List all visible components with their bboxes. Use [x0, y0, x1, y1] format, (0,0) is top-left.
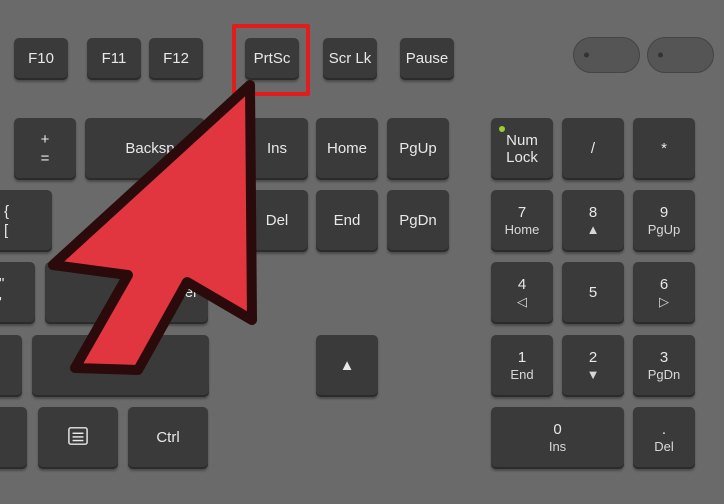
key-numlock[interactable]: Num Lock: [491, 118, 553, 180]
key-label: Scr Lk: [329, 50, 372, 67]
key-sublabel: PgDn: [648, 368, 681, 383]
key-prtsc[interactable]: PrtSc: [245, 38, 299, 80]
key-windows[interactable]: [0, 407, 27, 469]
key-label: 8: [589, 204, 597, 221]
key-menu[interactable]: [38, 407, 118, 469]
key-numpad-7[interactable]: 7 Home: [491, 190, 553, 252]
key-quote[interactable]: " ': [0, 262, 35, 324]
key-pgdn[interactable]: PgDn: [387, 190, 449, 252]
key-backspace[interactable]: Backsp: [85, 118, 205, 180]
key-label-upper: ": [0, 275, 4, 292]
media-strip-1: [573, 37, 640, 73]
key-label-upper: +: [41, 131, 50, 148]
key-ins[interactable]: Ins: [246, 118, 308, 180]
key-numpad-dot[interactable]: . Del: [633, 407, 695, 469]
key-ctrl[interactable]: Ctrl: [128, 407, 208, 469]
menu-icon: [67, 426, 89, 450]
key-label: Home: [327, 140, 367, 157]
key-shift[interactable]: Shift: [32, 335, 209, 397]
key-label: F10: [28, 50, 54, 67]
key-label: 6: [660, 276, 668, 293]
key-label-lower: [: [4, 222, 8, 239]
key-slash[interactable]: ? /: [0, 335, 22, 397]
key-scrlk[interactable]: Scr Lk: [323, 38, 377, 80]
key-open-bracket[interactable]: { [: [0, 190, 52, 252]
key-numpad-4[interactable]: 4 ◁: [491, 262, 553, 324]
key-del[interactable]: Del: [246, 190, 308, 252]
key-numpad-8[interactable]: 8 ▲: [562, 190, 624, 252]
key-sublabel: ▼: [587, 368, 600, 383]
key-label: Backsp: [125, 140, 174, 157]
key-numpad-divide[interactable]: /: [562, 118, 624, 180]
key-numpad-5[interactable]: 5: [562, 262, 624, 324]
media-strip-2: [647, 37, 714, 73]
key-label: F11: [102, 50, 127, 67]
key-f10[interactable]: F10: [14, 38, 68, 80]
key-label: Ctrl: [156, 429, 179, 446]
key-label: /: [591, 140, 595, 157]
key-label: Num: [506, 132, 538, 149]
key-sublabel: ◁: [517, 295, 527, 310]
key-sublabel: End: [510, 368, 533, 383]
key-label: PgDn: [399, 212, 437, 229]
key-label: End: [334, 212, 361, 229]
key-label: .: [662, 421, 666, 438]
key-numpad-multiply[interactable]: *: [633, 118, 695, 180]
key-label: 1: [518, 349, 526, 366]
key-label: Ins: [267, 140, 287, 157]
key-label: 4: [518, 276, 526, 293]
key-label-lower: =: [41, 150, 50, 167]
key-numpad-6[interactable]: 6 ▷: [633, 262, 695, 324]
key-label-upper: {: [4, 203, 9, 220]
key-label-lower: ': [0, 294, 2, 311]
up-arrow-icon: ▲: [340, 357, 355, 374]
key-enter[interactable]: Enter: [45, 262, 208, 324]
key-sublabel: Ins: [549, 440, 566, 455]
key-sublabel: Del: [654, 440, 674, 455]
key-pause[interactable]: Pause: [400, 38, 454, 80]
key-sublabel: ▷: [659, 295, 669, 310]
keyboard-photo: F10 F11 F12 PrtSc Scr Lk Pause + = Backs…: [0, 0, 724, 504]
key-label-line2: Lock: [506, 149, 538, 166]
key-label: 0: [553, 421, 561, 438]
key-label: PgUp: [399, 140, 437, 157]
key-sublabel: ▲: [587, 223, 600, 238]
key-label: PrtSc: [254, 50, 291, 67]
key-label: Pause: [406, 50, 449, 67]
key-sublabel: PgUp: [648, 223, 681, 238]
key-label: 2: [589, 349, 597, 366]
key-home[interactable]: Home: [316, 118, 378, 180]
key-label: 9: [660, 204, 668, 221]
key-label: *: [661, 140, 667, 157]
key-pgup[interactable]: PgUp: [387, 118, 449, 180]
key-numpad-0[interactable]: 0 Ins: [491, 407, 624, 469]
key-numpad-1[interactable]: 1 End: [491, 335, 553, 397]
key-label: Del: [266, 212, 289, 229]
numlock-led-icon: [499, 126, 505, 132]
key-end[interactable]: End: [316, 190, 378, 252]
key-label: F12: [163, 50, 189, 67]
key-up-arrow[interactable]: ▲: [316, 335, 378, 397]
key-equals[interactable]: + =: [14, 118, 76, 180]
key-numpad-3[interactable]: 3 PgDn: [633, 335, 695, 397]
key-sublabel: Home: [505, 223, 540, 238]
key-label: 5: [589, 284, 597, 301]
key-label: 3: [660, 349, 668, 366]
key-label: Shift: [105, 357, 135, 374]
key-numpad-2[interactable]: 2 ▼: [562, 335, 624, 397]
key-numpad-9[interactable]: 9 PgUp: [633, 190, 695, 252]
key-label: Enter: [162, 284, 198, 301]
key-f11[interactable]: F11: [87, 38, 141, 80]
key-label: 7: [518, 204, 526, 221]
key-f12[interactable]: F12: [149, 38, 203, 80]
